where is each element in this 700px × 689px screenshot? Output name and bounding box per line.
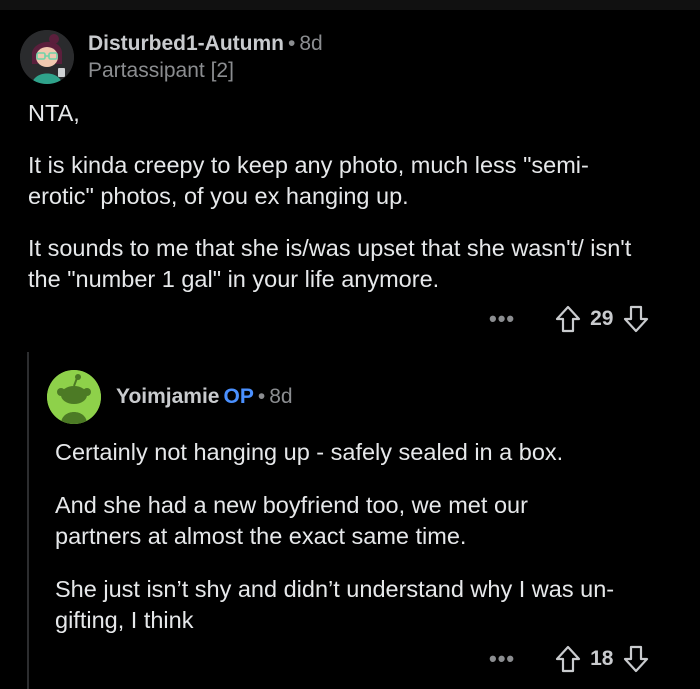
thread-line[interactable] [27,352,29,689]
op-badge: OP [223,385,254,408]
reply-paragraph: She just isn’t shy and didn’t understand… [55,576,615,633]
top-bar [0,0,700,10]
upvote-icon[interactable] [555,645,581,673]
comment-paragraph: It sounds to me that she is/was upset th… [28,235,632,292]
reply-age: 8d [269,385,293,408]
vote-score: 29 [590,307,614,330]
more-options-button[interactable]: ••• [489,306,515,332]
reply-paragraph: And she had a new boyfriend too, we met … [55,492,528,549]
reply-author[interactable]: Yoimjamie [116,385,219,408]
reply-paragraph: Certainly not hanging up - safely sealed… [55,439,564,465]
comment-meta: Disturbed1-Autumn • 8d [88,31,323,57]
downvote-icon[interactable] [623,305,649,333]
comment-age: 8d [299,32,323,55]
comment-paragraph: It is kinda creepy to keep any photo, mu… [28,152,589,209]
more-options-button[interactable]: ••• [489,646,515,672]
reply-actions: ••• 18 [489,642,649,676]
meta-separator: • [257,385,266,408]
comment-actions: ••• 29 [489,302,649,336]
comment-author[interactable]: Disturbed1-Autumn [88,32,284,55]
comment-paragraph: NTA, [28,100,80,126]
upvote-icon[interactable] [555,305,581,333]
vote-score: 18 [590,647,614,670]
downvote-icon[interactable] [623,645,649,673]
meta-separator: • [288,32,296,55]
user-avatar[interactable] [20,30,74,84]
reply-meta: Yoimjamie OP • 8d [116,384,293,410]
user-flair: Partassipant [2] [88,59,234,82]
reply-avatar[interactable] [47,370,101,424]
snoo-avatar-icon [47,370,101,424]
user-avatar-icon [20,30,74,84]
